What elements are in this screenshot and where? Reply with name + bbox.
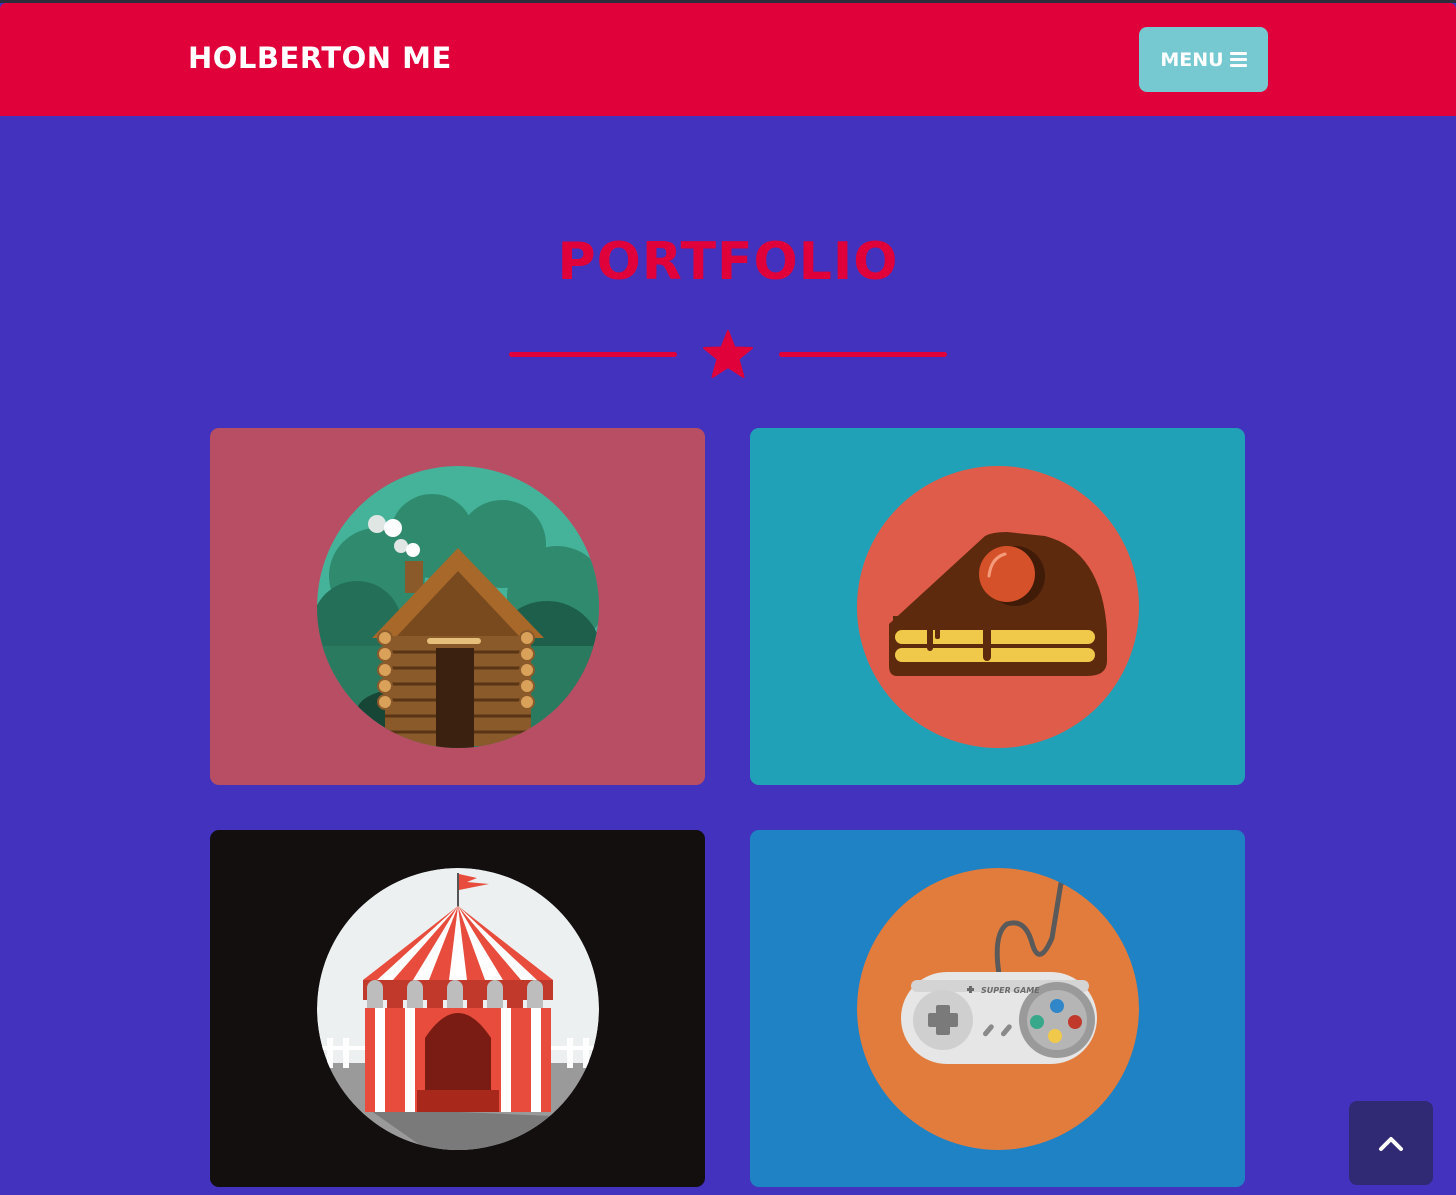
cake-slice-icon	[857, 466, 1139, 748]
navbar: HOLBERTON ME MENU	[0, 3, 1456, 116]
bars-icon	[1229, 52, 1247, 67]
brand-link[interactable]: HOLBERTON ME	[188, 41, 452, 75]
star-icon	[703, 330, 753, 378]
menu-button-label: MENU	[1160, 48, 1224, 71]
circus-tent-icon	[317, 868, 599, 1150]
section-title: PORTFOLIO	[557, 232, 899, 292]
chevron-up-icon	[1379, 1137, 1403, 1151]
portfolio-item-game[interactable]: SUPER GAME	[750, 830, 1245, 1187]
controller-label: SUPER GAME	[981, 986, 1040, 995]
log-cabin-icon	[317, 466, 599, 748]
portfolio-item-circus[interactable]	[210, 830, 705, 1187]
portfolio-item-cake[interactable]	[750, 428, 1245, 785]
divider-line-right	[779, 352, 947, 357]
menu-button[interactable]: MENU	[1139, 27, 1268, 92]
game-controller-icon: SUPER GAME	[857, 868, 1139, 1150]
divider-line-left	[509, 352, 677, 357]
portfolio-item-cabin[interactable]	[210, 428, 705, 785]
scroll-to-top-button[interactable]	[1349, 1101, 1433, 1185]
